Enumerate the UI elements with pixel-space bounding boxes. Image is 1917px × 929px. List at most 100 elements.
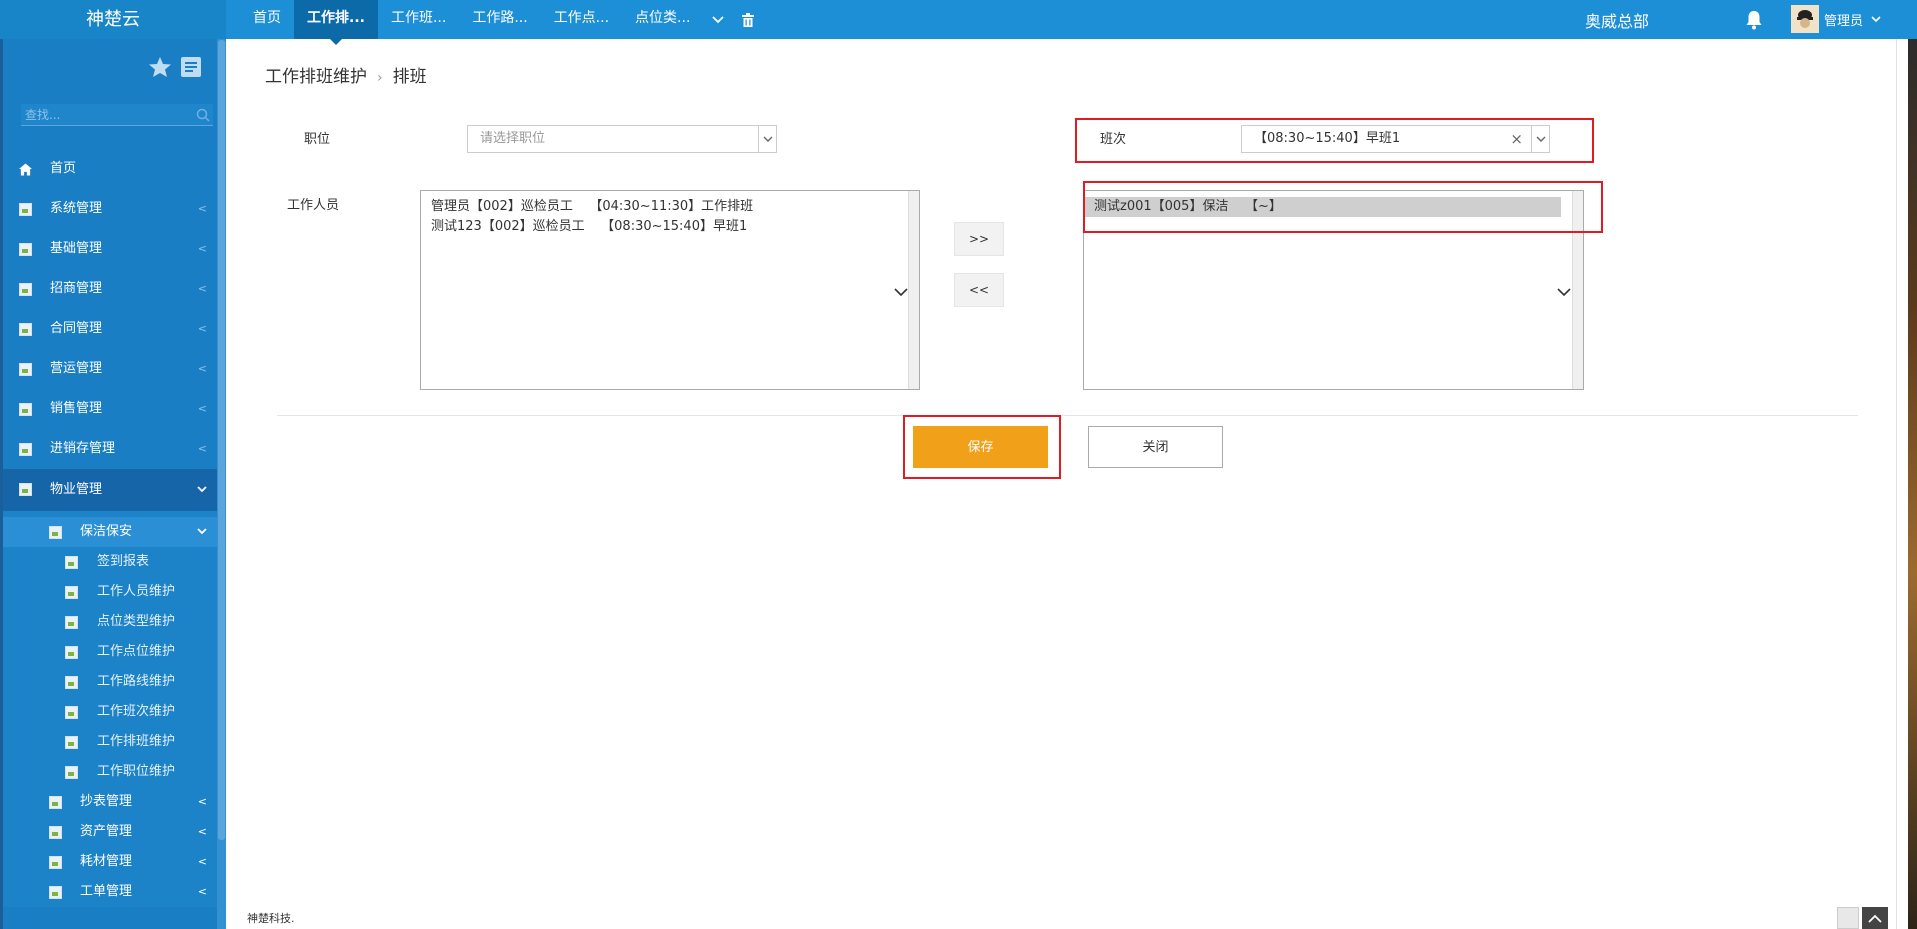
- sidebar-item-sales[interactable]: 销售管理 <: [3, 389, 220, 429]
- sidebar-item-assets[interactable]: 资产管理 <: [3, 817, 220, 847]
- chevron-down-icon: [1557, 288, 1571, 297]
- chevron-left-icon: <: [197, 885, 207, 898]
- chevron-down-icon[interactable]: [703, 0, 733, 39]
- tab-home[interactable]: 首页: [240, 0, 294, 39]
- list-item[interactable]: 测试123【002】巡检员工 【08:30~15:40】早班1: [431, 217, 909, 237]
- search-input[interactable]: [21, 104, 191, 126]
- sidebar-item-label: 首页: [50, 161, 77, 176]
- move-right-button[interactable]: >>: [954, 222, 1004, 256]
- search-icon[interactable]: [196, 108, 210, 122]
- position-label: 职位: [304, 132, 331, 147]
- sidebar-item-label: 签到报表: [97, 554, 150, 569]
- sidebar-item-label: 招商管理: [50, 281, 103, 296]
- sidebar-item-position-maintenance[interactable]: 工作职位维护: [3, 757, 220, 787]
- image-icon: [19, 323, 32, 336]
- sidebar-item-point-maintenance[interactable]: 工作点位维护: [3, 637, 220, 667]
- image-icon: [19, 363, 32, 376]
- sidebar-item-schedule-maintenance[interactable]: 工作排班维护: [3, 727, 220, 757]
- sidebar-item-label: 工作路线维护: [97, 674, 176, 689]
- app-logo[interactable]: 神楚云: [0, 0, 226, 39]
- trash-icon[interactable]: [733, 0, 763, 39]
- close-button[interactable]: 关闭: [1088, 426, 1223, 468]
- highlight-box-shift: [1075, 118, 1594, 163]
- list-item[interactable]: 管理员【002】巡检员工 【04:30~11:30】工作排班: [431, 197, 909, 217]
- sidebar-item-label: 工作排班维护: [97, 734, 176, 749]
- image-icon: [49, 526, 62, 539]
- tab-point-maintenance[interactable]: 工作点...: [541, 0, 622, 39]
- tab-schedule-maintenance[interactable]: 工作排...: [294, 0, 378, 45]
- image-icon: [19, 403, 32, 416]
- star-icon[interactable]: [148, 56, 172, 78]
- list-icon[interactable]: [180, 56, 202, 78]
- tab-shift-maintenance[interactable]: 工作班...: [378, 0, 459, 39]
- sidebar-item-system[interactable]: 系统管理 <: [3, 189, 220, 229]
- tab-bar: 首页 工作排... 工作班... 工作路... 工作点... 点位类...: [240, 0, 763, 45]
- chevron-down-icon: [758, 126, 776, 152]
- position-select[interactable]: 请选择职位: [467, 125, 777, 153]
- breadcrumb-current: 排班: [392, 67, 427, 87]
- breadcrumb-separator: ›: [377, 70, 383, 86]
- image-icon: [19, 443, 32, 456]
- chevron-down-icon: [894, 288, 908, 297]
- company-name: 奥威总部: [1585, 12, 1650, 31]
- image-icon: [65, 736, 78, 749]
- chevron-left-icon: <: [197, 242, 207, 255]
- page-scrollbar[interactable]: [1896, 39, 1908, 929]
- sidebar-item-shift-maintenance[interactable]: 工作班次维护: [3, 697, 220, 727]
- sidebar-item-basic[interactable]: 基础管理 <: [3, 229, 220, 269]
- sidebar-item-inventory[interactable]: 进销存管理 <: [3, 429, 220, 469]
- image-icon: [19, 483, 32, 496]
- sidebar-item-label: 保洁保安: [80, 524, 133, 539]
- image-icon: [19, 243, 32, 256]
- chevron-left-icon: <: [197, 825, 207, 838]
- tab-route-maintenance[interactable]: 工作路...: [459, 0, 540, 39]
- position-placeholder: 请选择职位: [480, 131, 546, 146]
- image-icon: [49, 886, 62, 899]
- sidebar-item-property[interactable]: 物业管理: [3, 469, 220, 511]
- sidebar-item-consumables[interactable]: 耗材管理 <: [3, 847, 220, 877]
- sidebar-item-label: 工作职位维护: [97, 764, 176, 779]
- user-name: 管理员: [1824, 13, 1864, 29]
- sidebar-item-route-maintenance[interactable]: 工作路线维护: [3, 667, 220, 697]
- list-scrollbar[interactable]: [908, 191, 919, 389]
- chevron-up-icon: [1868, 914, 1882, 923]
- sidebar-search: [21, 104, 213, 126]
- user-menu[interactable]: 管理员: [1791, 4, 1881, 34]
- chevron-down-icon: [197, 517, 207, 547]
- sidebar-item-label: 工作人员维护: [97, 584, 176, 599]
- image-icon: [65, 586, 78, 599]
- scroll-top-button[interactable]: [1862, 907, 1888, 929]
- sidebar-item-label: 点位类型维护: [97, 614, 176, 629]
- sidebar-item-cleaning-security[interactable]: 保洁保安: [3, 517, 220, 547]
- bell-icon[interactable]: [1745, 10, 1765, 30]
- sidebar-menu: 首页 系统管理 < 基础管理 < 招商管理 < 合同管理 < 营运管理 < 销售…: [3, 149, 220, 907]
- divider: [277, 415, 1858, 416]
- sidebar-item-meter-reading[interactable]: 抄表管理 <: [3, 787, 220, 817]
- sidebar-item-checkin-report[interactable]: 签到报表: [3, 547, 220, 577]
- image-icon: [65, 616, 78, 629]
- breadcrumb-parent[interactable]: 工作排班维护: [265, 67, 367, 87]
- fullscreen-icon[interactable]: [1837, 907, 1859, 929]
- available-staff-list[interactable]: 管理员【002】巡检员工 【04:30~11:30】工作排班 测试123【002…: [420, 190, 920, 390]
- sidebar-item-label: 基础管理: [50, 241, 103, 256]
- sidebar-item-contract[interactable]: 合同管理 <: [3, 309, 220, 349]
- sidebar-item-operations[interactable]: 营运管理 <: [3, 349, 220, 389]
- home-icon: [19, 163, 32, 176]
- sidebar-item-point-type-maintenance[interactable]: 点位类型维护: [3, 607, 220, 637]
- image-icon: [65, 676, 78, 689]
- chevron-left-icon: <: [197, 442, 207, 455]
- move-left-button[interactable]: <<: [954, 273, 1004, 307]
- sidebar-item-leasing[interactable]: 招商管理 <: [3, 269, 220, 309]
- chevron-down-icon: [197, 469, 207, 511]
- tab-point-type-maintenance[interactable]: 点位类...: [622, 0, 703, 39]
- sidebar-item-label: 销售管理: [50, 401, 103, 416]
- chevron-left-icon: <: [197, 322, 207, 335]
- image-icon: [49, 826, 62, 839]
- sidebar-scrollbar-thumb[interactable]: [218, 40, 225, 840]
- sidebar-item-home[interactable]: 首页: [3, 149, 220, 189]
- avatar: [1791, 5, 1819, 33]
- breadcrumb: 工作排班维护 › 排班: [265, 62, 427, 87]
- sidebar-item-staff-maintenance[interactable]: 工作人员维护: [3, 577, 220, 607]
- sidebar-item-work-orders[interactable]: 工单管理 <: [3, 877, 220, 907]
- chevron-left-icon: <: [197, 402, 207, 415]
